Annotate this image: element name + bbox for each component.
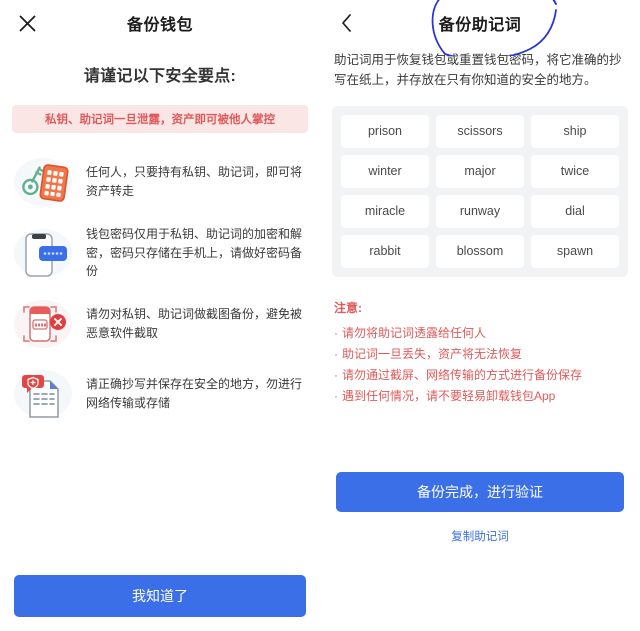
copy-mnemonic-link[interactable]: 复制助记词 — [320, 528, 640, 544]
list-item: · 请勿通过截屏、网络传输的方式进行备份保存 — [334, 365, 626, 386]
mnemonic-word[interactable]: winter — [341, 154, 429, 188]
verify-backup-button-label: 备份完成，进行验证 — [417, 484, 543, 500]
list-item-label: 请勿将助记词透露给任何人 — [342, 325, 487, 340]
notes-heading: 注意: — [334, 300, 362, 315]
mnemonic-word[interactable]: ship — [531, 114, 619, 148]
secure-document-icon — [12, 367, 74, 421]
mnemonic-word[interactable]: spawn — [531, 234, 619, 268]
acknowledge-button[interactable]: 我知道了 — [14, 575, 306, 617]
list-item: · 请勿将助记词透露给任何人 — [334, 323, 626, 344]
list-item: · 遇到任何情况，请不要轻易卸载钱包App — [334, 386, 626, 407]
list-item-label: 请勿通过截屏、网络传输的方式进行备份保存 — [342, 367, 583, 382]
list-item: 请勿对私钥、助记词做截图备份，避免被恶意软件截取 — [0, 289, 320, 359]
bullet-icon: · — [334, 325, 338, 340]
mnemonic-word[interactable]: blossom — [436, 234, 524, 268]
list-item-label: 请勿对私钥、助记词做截图备份，避免被恶意软件截取 — [86, 307, 303, 340]
acknowledge-button-label: 我知道了 — [132, 588, 188, 604]
list-item-label: 遇到任何情况，请不要轻易卸载钱包App — [342, 388, 556, 403]
security-tips-list: 任何人，只要持有私钥、助记词，即可将资产转走 钱包密码仅用于私钥、助记词的加密和… — [0, 147, 320, 429]
list-item-label: 助记词一旦丢失，资产将无法恢复 — [342, 346, 523, 361]
page-title: 备份助记词 — [438, 17, 522, 34]
mnemonic-word[interactable]: prison — [341, 114, 429, 148]
mnemonic-word[interactable]: scissors — [436, 114, 524, 148]
mnemonic-description: 助记词用于恢复钱包或重置钱包密码，将它准确的抄写在纸上，并存放在只有你知道的安全… — [334, 53, 622, 88]
mnemonic-word[interactable]: dial — [531, 194, 619, 228]
close-icon[interactable] — [14, 10, 40, 36]
mnemonic-word[interactable]: runway — [436, 194, 524, 228]
bullet-icon: · — [334, 346, 338, 361]
list-item-label: 钱包密码仅用于私钥、助记词的加密和解密，密码只存储在手机上，请做好密码备份 — [86, 227, 303, 279]
verify-backup-button[interactable]: 备份完成，进行验证 — [336, 472, 624, 512]
list-item: 钱包密码仅用于私钥、助记词的加密和解密，密码只存储在手机上，请做好密码备份 — [0, 217, 320, 289]
security-points-heading: 请谨记以下安全要点: — [83, 68, 237, 85]
backup-wallet-screen: 备份钱包 请谨记以下安全要点: 私钥、助记词一旦泄露，资产即可被他人掌控 任何人… — [0, 0, 320, 631]
dual-screenshot-container: 备份钱包 请谨记以下安全要点: 私钥、助记词一旦泄露，资产即可被他人掌控 任何人… — [0, 0, 640, 631]
leak-warning-text: 私钥、助记词一旦泄露，资产即可被他人掌控 — [45, 114, 275, 126]
bullet-icon: · — [334, 388, 338, 403]
left-topbar: 备份钱包 — [0, 0, 320, 46]
list-item-label: 请正确抄写并保存在安全的地方，勿进行网络传输或存储 — [86, 377, 303, 410]
backup-mnemonic-screen: 备份助记词 助记词用于恢复钱包或重置钱包密码，将它准确的抄写在纸上，并存放在只有… — [320, 0, 640, 631]
mnemonic-word-grid: prison scissors ship winter major twice … — [332, 105, 628, 277]
copy-mnemonic-link-label: 复制助记词 — [451, 531, 509, 543]
mnemonic-word[interactable]: rabbit — [341, 234, 429, 268]
list-item-label: 任何人，只要持有私钥、助记词，即可将资产转走 — [86, 165, 303, 198]
list-item: · 助记词一旦丢失，资产将无法恢复 — [334, 344, 626, 365]
chevron-left-icon[interactable] — [334, 10, 360, 36]
no-screenshot-icon — [12, 297, 74, 351]
leak-warning-banner: 私钥、助记词一旦泄露，资产即可被他人掌控 — [12, 105, 308, 133]
mnemonic-word[interactable]: twice — [531, 154, 619, 188]
mnemonic-word[interactable]: major — [436, 154, 524, 188]
page-title: 备份钱包 — [126, 17, 193, 34]
key-and-card-icon — [12, 155, 74, 209]
mnemonic-word[interactable]: miracle — [341, 194, 429, 228]
right-topbar: 备份助记词 — [320, 0, 640, 56]
bullet-icon: · — [334, 367, 338, 382]
list-item: 任何人，只要持有私钥、助记词，即可将资产转走 — [0, 147, 320, 217]
list-item: 请正确抄写并保存在安全的地方，勿进行网络传输或存储 — [0, 359, 320, 429]
phone-password-icon — [12, 226, 74, 280]
notes-list: · 请勿将助记词透露给任何人 · 助记词一旦丢失，资产将无法恢复 · 请勿通过截… — [334, 323, 626, 407]
